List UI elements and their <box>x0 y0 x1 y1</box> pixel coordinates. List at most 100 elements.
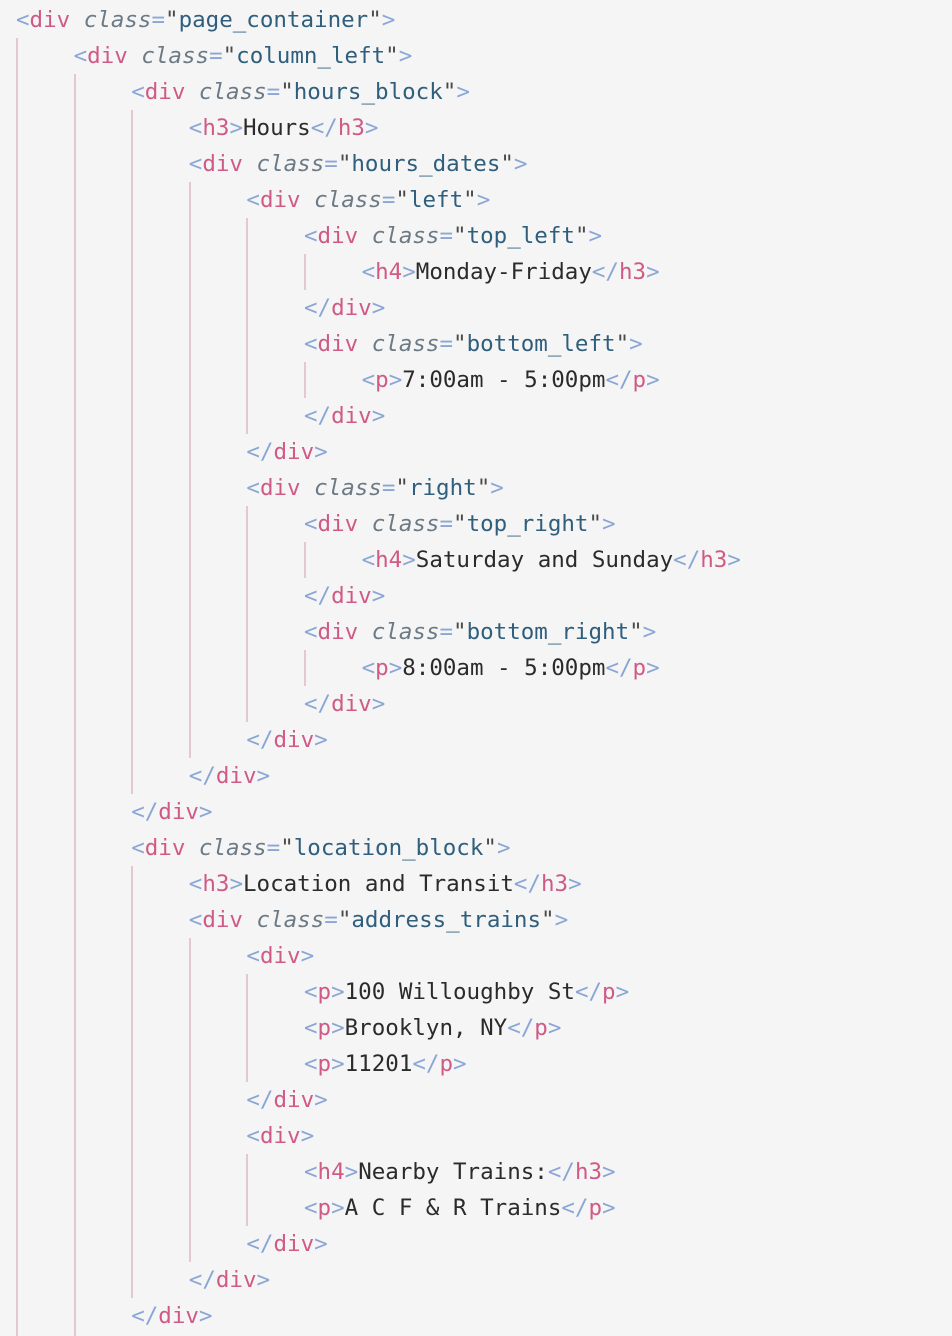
code-line: < div class = " location_block " > <box>131 830 510 866</box>
code-token-quote: " <box>453 619 467 645</box>
code-token-punct: </ <box>574 979 603 1005</box>
code-token-quote: " <box>337 907 352 933</box>
code-token-attr-value: hours_dates <box>351 151 501 177</box>
code-token-tag-name: div <box>202 151 243 177</box>
code-token-punct: < <box>131 79 145 105</box>
code-token-attr-value: page_container <box>178 7 369 33</box>
code-token-punct: = <box>439 223 454 249</box>
code-token-punct: </ <box>246 727 274 753</box>
code-token-quote: " <box>588 511 603 537</box>
code-token-punct: > <box>229 871 243 897</box>
code-token-punct: > <box>554 907 569 933</box>
code-token-punct: </ <box>310 115 338 141</box>
code-token-tag-name: div <box>331 403 372 429</box>
code-line: < p >100 Willoughby St </p > <box>304 974 629 1010</box>
code-token-quote: " <box>453 331 467 357</box>
code-line: < p >11201 </p > <box>304 1046 467 1082</box>
code-token-quote: " <box>453 223 467 249</box>
code-line: </div > <box>304 578 385 614</box>
code-token-punct: > <box>198 799 213 825</box>
code-token-punct: < <box>361 655 376 681</box>
code-token-quote: " <box>385 43 399 69</box>
code-token-tag-name: p <box>632 367 647 393</box>
code-token-text: Hours <box>242 115 311 141</box>
code-token-punct: > <box>513 151 528 177</box>
indent-guide <box>246 1154 249 1226</box>
code-line: </div > <box>304 290 385 326</box>
code-token-tag-name: h3 <box>202 871 230 897</box>
code-line: < div class = " address_trains " > <box>189 902 568 938</box>
code-token-quote: " <box>453 511 467 537</box>
code-token-quote: " <box>337 151 352 177</box>
code-token-tag-name: div <box>331 295 372 321</box>
code-token-attr-value: bottom_left <box>466 331 616 357</box>
code-token-text: Monday-Friday <box>415 259 592 285</box>
code-token-punct: > <box>381 7 396 33</box>
code-token-punct: > <box>331 979 345 1005</box>
code-token-punct: > <box>646 655 660 681</box>
code-line: </div > <box>304 686 385 722</box>
code-token-punct: </ <box>131 1303 159 1329</box>
code-token-attr-value: column_left <box>236 43 386 69</box>
code-token-tag-name: h4 <box>375 259 403 285</box>
code-token-tag-name: p <box>602 979 616 1005</box>
code-token-tag-name: div <box>273 1087 315 1113</box>
code-token-tag-name: div <box>158 1303 199 1329</box>
code-token-punct: </ <box>412 1051 440 1077</box>
code-token-punct: > <box>456 79 470 105</box>
code-token-punct: > <box>331 1051 345 1077</box>
code-token-punct: </ <box>246 439 274 465</box>
code-line: </div > <box>131 794 212 830</box>
code-token-text: 7:00am - 5:00pm <box>402 367 606 393</box>
code-token-attr-name: class <box>314 187 382 213</box>
code-token-punct: < <box>246 187 260 213</box>
code-token-punct: = <box>439 511 454 537</box>
code-line: </div > <box>246 434 327 470</box>
code-token-punct: < <box>246 475 260 501</box>
code-token-punct: </ <box>304 295 332 321</box>
code-line: < h4 > Nearby Trains: </h3 > <box>304 1154 616 1190</box>
code-line: </div > <box>131 1298 212 1334</box>
code-token-punct: < <box>188 115 203 141</box>
code-token-punct: > <box>314 439 328 465</box>
code-token-text: A C F & R Trains <box>344 1195 562 1221</box>
code-token-quote: " <box>280 835 294 861</box>
code-line: < p > Brooklyn, NY </p > <box>304 1010 561 1046</box>
code-token-attr-name: class <box>256 907 325 933</box>
code-line: < div class = " top_left " > <box>304 218 602 254</box>
indent-guide <box>246 974 249 1082</box>
code-token-punct: > <box>490 475 504 501</box>
code-token-tag-name: div <box>317 511 359 537</box>
code-token-tag-name: div <box>317 619 359 645</box>
code-token-tag-name: div <box>144 79 186 105</box>
indent-guide <box>73 74 76 1336</box>
code-line: < div > <box>246 1118 314 1154</box>
code-token-punct: < <box>304 1015 318 1041</box>
code-token-tag-name: h3 <box>202 115 230 141</box>
code-token-punct: </ <box>304 691 332 717</box>
code-token-punct: </ <box>591 259 619 285</box>
code-token-tag-name: div <box>144 835 186 861</box>
code-token-quote: " <box>574 223 589 249</box>
indent-guide <box>304 650 306 686</box>
code-token-punct: </ <box>304 583 332 609</box>
code-token-punct: < <box>73 43 88 69</box>
code-token-tag-name: div <box>29 7 71 33</box>
code-token-punct: < <box>304 1051 318 1077</box>
code-token-punct: </ <box>605 367 633 393</box>
code-token-punct: < <box>361 547 376 573</box>
code-token-punct: = <box>324 907 338 933</box>
code-viewer: < div class = " page_container " > < div class = "… <box>0 0 952 1336</box>
code-token-punct: < <box>304 511 318 537</box>
code-token-quote: " <box>395 187 409 213</box>
code-token-punct: > <box>646 367 660 393</box>
code-token-attr-name: class <box>198 835 267 861</box>
code-line: </div > <box>304 398 385 434</box>
